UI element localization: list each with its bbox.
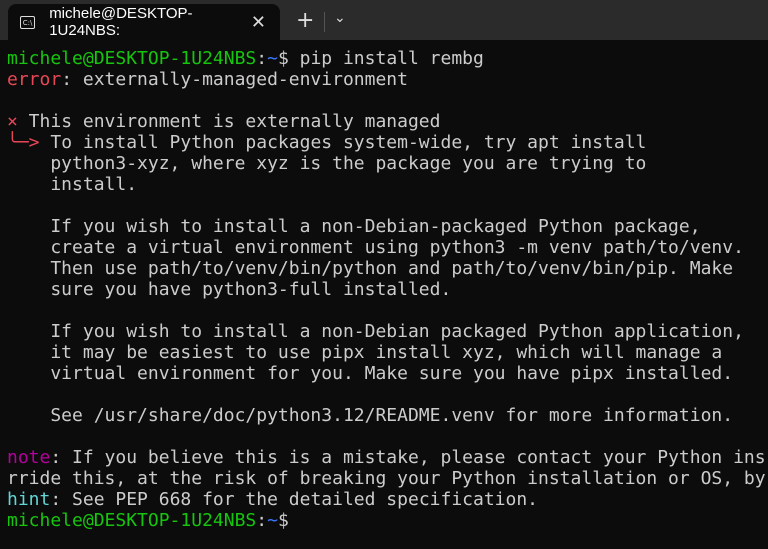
terminal-output[interactable]: michele@DESKTOP-1U24NBS:~$ pip install r… xyxy=(7,48,768,549)
prompt-dollar: $ xyxy=(278,510,289,531)
output-line: virtual environment for you. Make sure y… xyxy=(7,363,768,384)
x-icon: × xyxy=(7,111,18,132)
error-header-text: This environment is externally managed xyxy=(18,111,441,132)
prompt-user-host: michele@DESKTOP-1U24NBS xyxy=(7,48,256,69)
output-line: rride this, at the risk of breaking your… xyxy=(7,468,768,489)
output-line: See /usr/share/doc/python3.12/README.ven… xyxy=(7,405,768,426)
divider xyxy=(324,12,325,32)
output-line: ╰─> To install Python packages system-wi… xyxy=(7,132,768,153)
output-line: python3-xyz, where xyz is the package yo… xyxy=(7,153,768,174)
hint-text: : See PEP 668 for the detailed specifica… xyxy=(50,489,538,510)
output-line: it may be easiest to use pipx install xy… xyxy=(7,342,768,363)
error-line: error: externally-managed-environment xyxy=(7,69,768,90)
output-line: sure you have python3-full installed. xyxy=(7,279,768,300)
prompt-path: ~ xyxy=(267,48,278,69)
error-header-line: × This environment is externally managed xyxy=(7,111,768,132)
prompt-line: michele@DESKTOP-1U24NBS:~$ xyxy=(7,510,768,531)
note-line: note: If you believe this is a mistake, … xyxy=(7,447,768,468)
output-line: Then use path/to/venv/bin/python and pat… xyxy=(7,258,768,279)
terminal-icon: C:\ xyxy=(20,16,35,29)
error-label: error xyxy=(7,69,61,90)
error-text: : externally-managed-environment xyxy=(61,69,408,90)
prompt-user-host: michele@DESKTOP-1U24NBS xyxy=(7,510,256,531)
note-label: note xyxy=(7,447,50,468)
note-text: : If you believe this is a mistake, plea… xyxy=(50,447,765,468)
output-text: To install Python packages system-wide, … xyxy=(40,132,647,153)
hint-line: hint: See PEP 668 for the detailed speci… xyxy=(7,489,768,510)
terminal-tab[interactable]: C:\ michele@DESKTOP-1U24NBS: ✕ xyxy=(8,4,280,40)
prompt-line: michele@DESKTOP-1U24NBS:~$ pip install r… xyxy=(7,48,768,69)
new-tab-button[interactable]: + xyxy=(296,8,314,33)
prompt-colon: : xyxy=(256,48,267,69)
arrow-icon: ╰─> xyxy=(7,132,40,153)
output-line: If you wish to install a non-Debian pack… xyxy=(7,321,768,342)
prompt-dollar: $ xyxy=(278,48,289,69)
output-line: create a virtual environment using pytho… xyxy=(7,237,768,258)
close-tab-icon[interactable]: ✕ xyxy=(251,12,266,33)
output-line: install. xyxy=(7,174,768,195)
title-bar: C:\ michele@DESKTOP-1U24NBS: ✕ + ⌄ xyxy=(0,0,768,40)
prompt-colon: : xyxy=(256,510,267,531)
chevron-down-icon[interactable]: ⌄ xyxy=(334,10,346,26)
output-line: If you wish to install a non-Debian-pack… xyxy=(7,216,768,237)
tab-title: michele@DESKTOP-1U24NBS: xyxy=(49,5,251,39)
hint-label: hint xyxy=(7,489,50,510)
command-text: pip install rembg xyxy=(289,48,484,69)
prompt-path: ~ xyxy=(267,510,278,531)
